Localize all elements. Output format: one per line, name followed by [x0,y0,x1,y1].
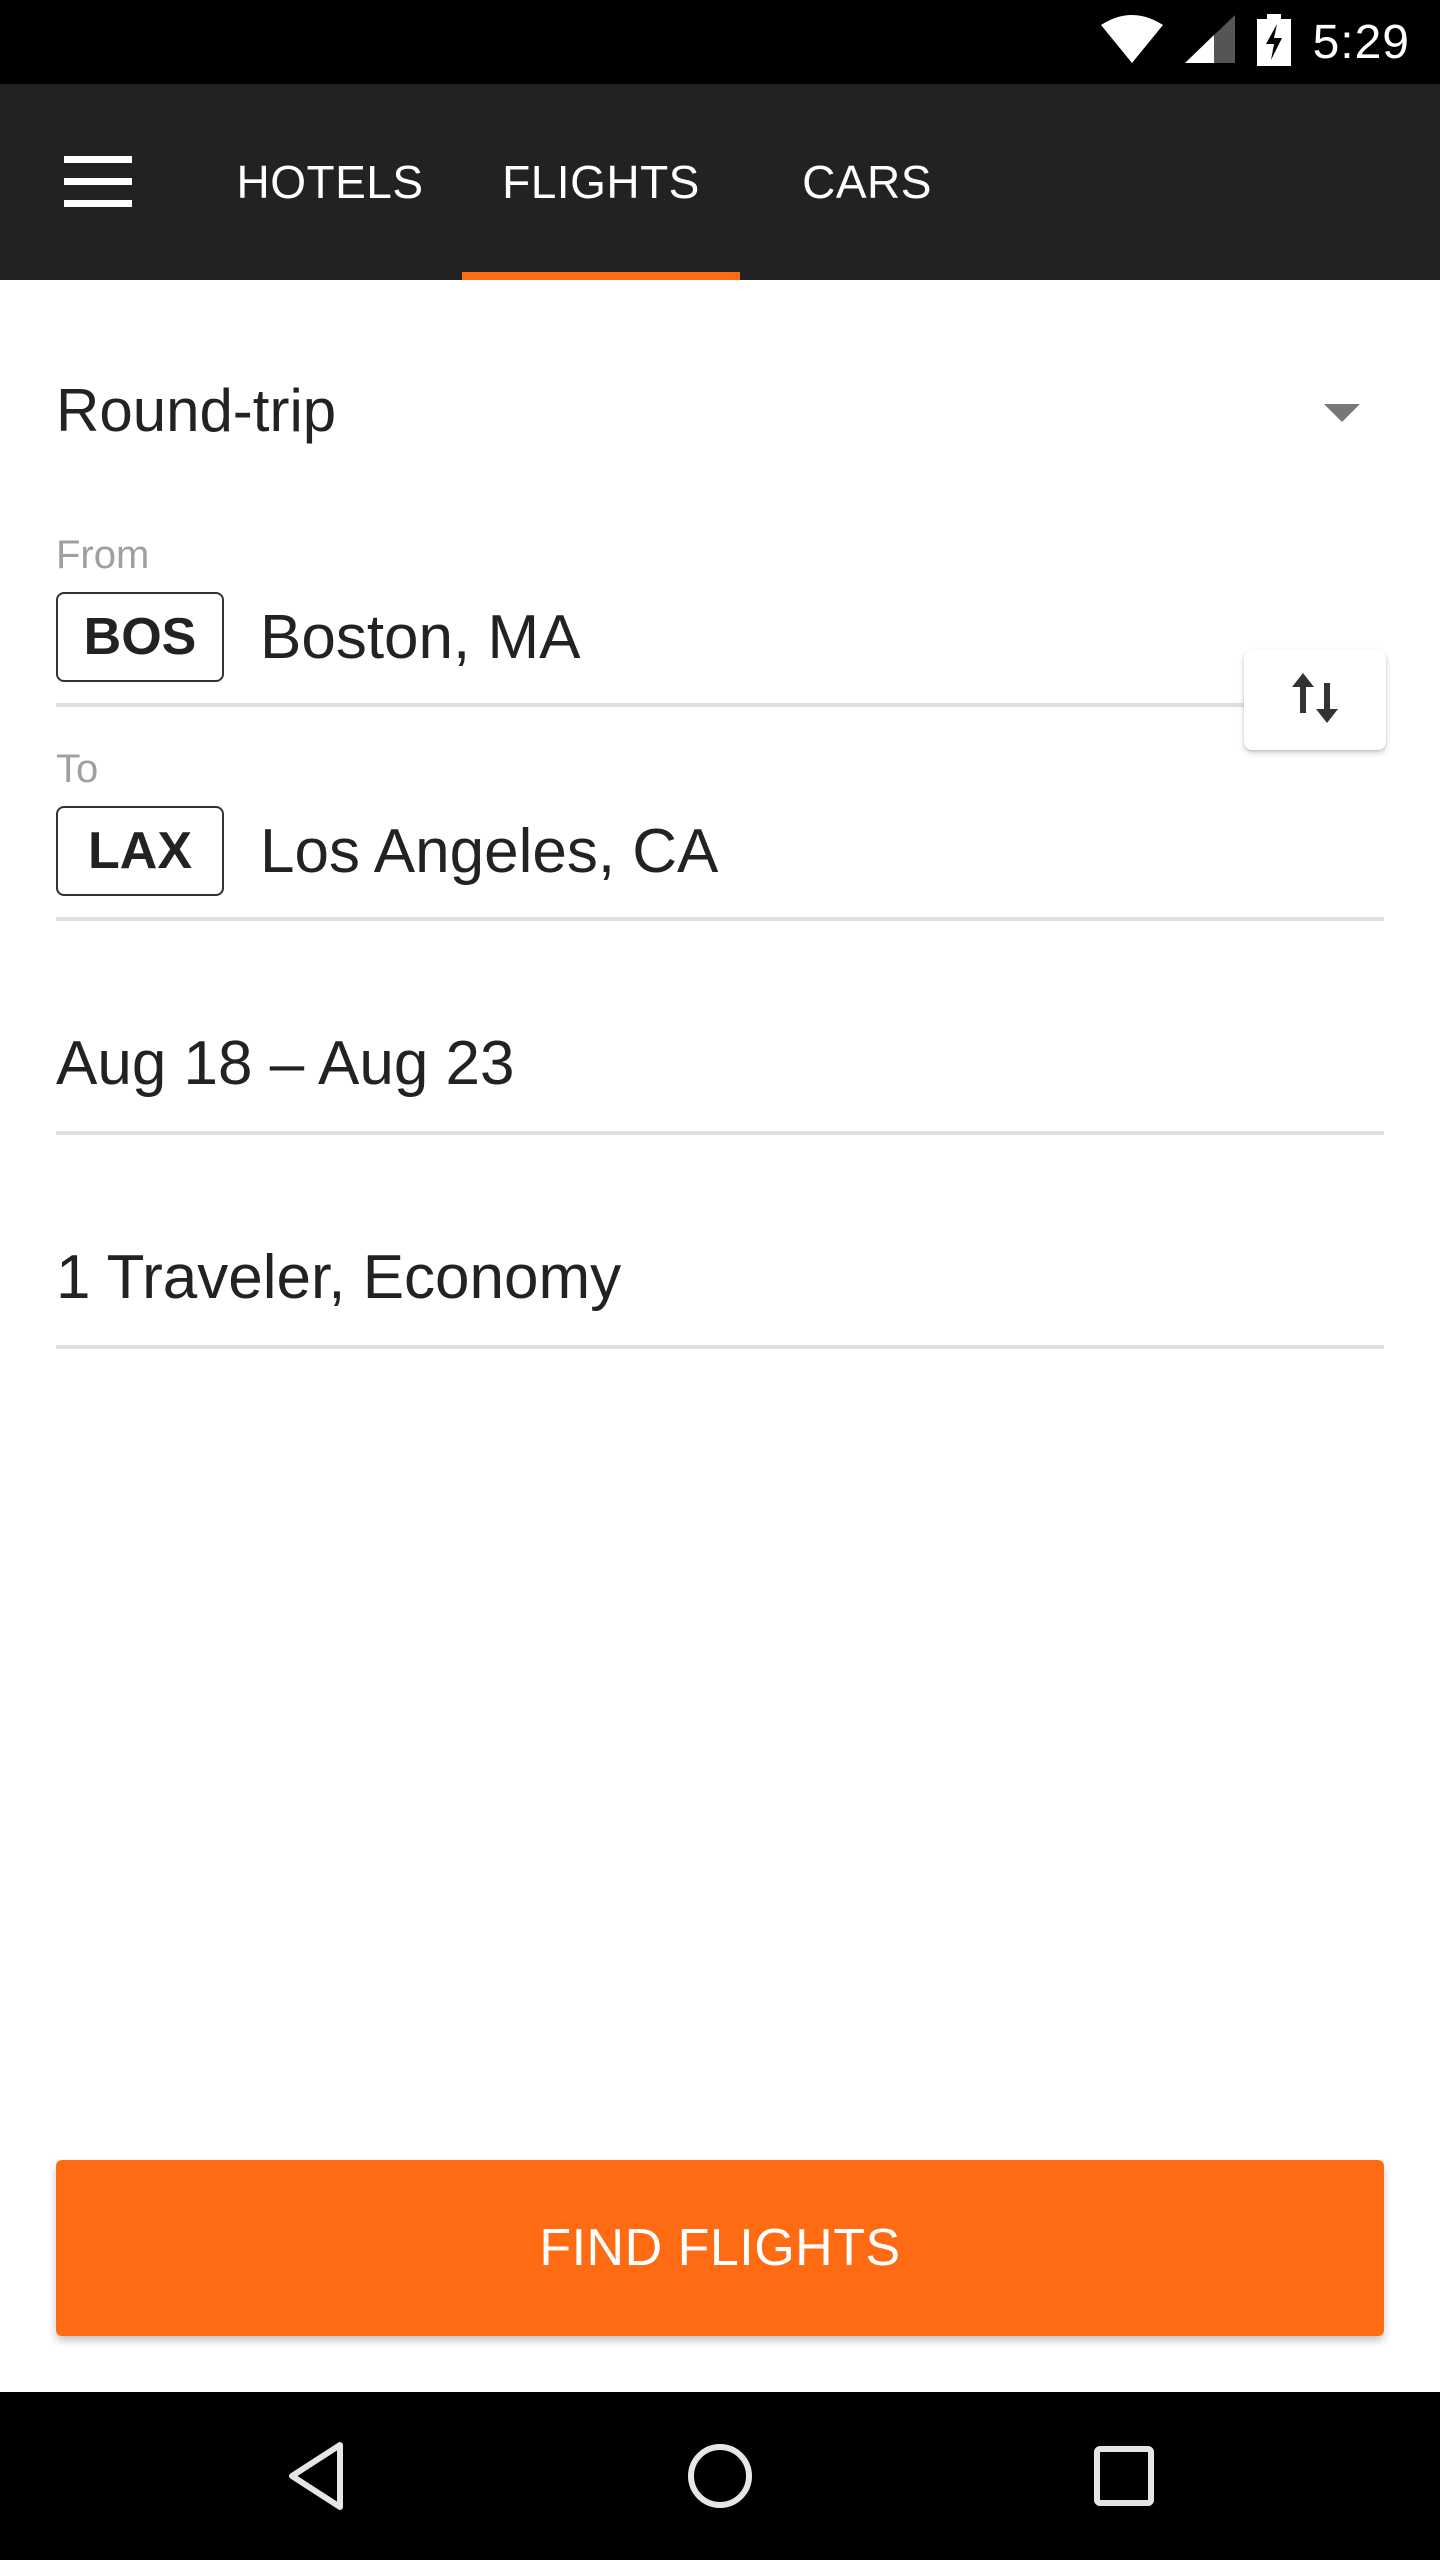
recents-icon[interactable] [1074,2426,1174,2526]
cell-signal-icon [1184,14,1235,70]
tab-hotels[interactable]: HOTELS [210,84,450,280]
selected-tab-indicator [462,272,740,280]
to-divider [56,917,1384,921]
dropdown-arrow-icon [1324,404,1360,422]
swap-vertical-icon [1292,672,1338,728]
swap-airports-button[interactable] [1244,650,1386,750]
from-field[interactable]: BOS Boston, MA [56,592,580,682]
tab-flights[interactable]: FLIGHTS [462,84,740,280]
status-icons: 5:29 [1100,0,1410,84]
from-city: Boston, MA [260,602,581,672]
dates-value: Aug 18 – Aug 23 [56,1028,515,1098]
trip-type-value: Round-trip [56,376,337,444]
find-flights-label: FIND FLIGHTS [539,2219,901,2277]
travelers-field[interactable]: 1 Traveler, Economy [56,1222,1384,1332]
back-icon[interactable] [266,2426,366,2526]
travelers-value: 1 Traveler, Economy [56,1242,622,1312]
dates-field[interactable]: Aug 18 – Aug 23 [56,1008,1384,1118]
wifi-icon [1100,14,1163,70]
trip-type-dropdown[interactable]: Round-trip [56,350,1384,470]
home-icon[interactable] [670,2426,770,2526]
to-field[interactable]: LAX Los Angeles, CA [56,806,718,896]
to-label: To [56,747,99,791]
status-bar: 5:29 [0,0,1440,84]
dates-divider [56,1131,1384,1135]
to-city: Los Angeles, CA [260,816,719,886]
tab-cars[interactable]: CARS [760,84,974,280]
from-divider [56,703,1246,707]
from-airport-code: BOS [56,592,224,682]
to-airport-code: LAX [56,806,224,896]
status-time: 5:29 [1312,15,1410,69]
travelers-divider [56,1345,1384,1349]
from-label: From [56,533,150,577]
battery-charging-icon [1256,13,1291,71]
find-flights-button[interactable]: FIND FLIGHTS [56,2160,1384,2336]
hamburger-menu-icon[interactable] [64,156,132,207]
system-nav-bar [0,2392,1440,2560]
app-bar: HOTELS FLIGHTS CARS [0,84,1440,280]
